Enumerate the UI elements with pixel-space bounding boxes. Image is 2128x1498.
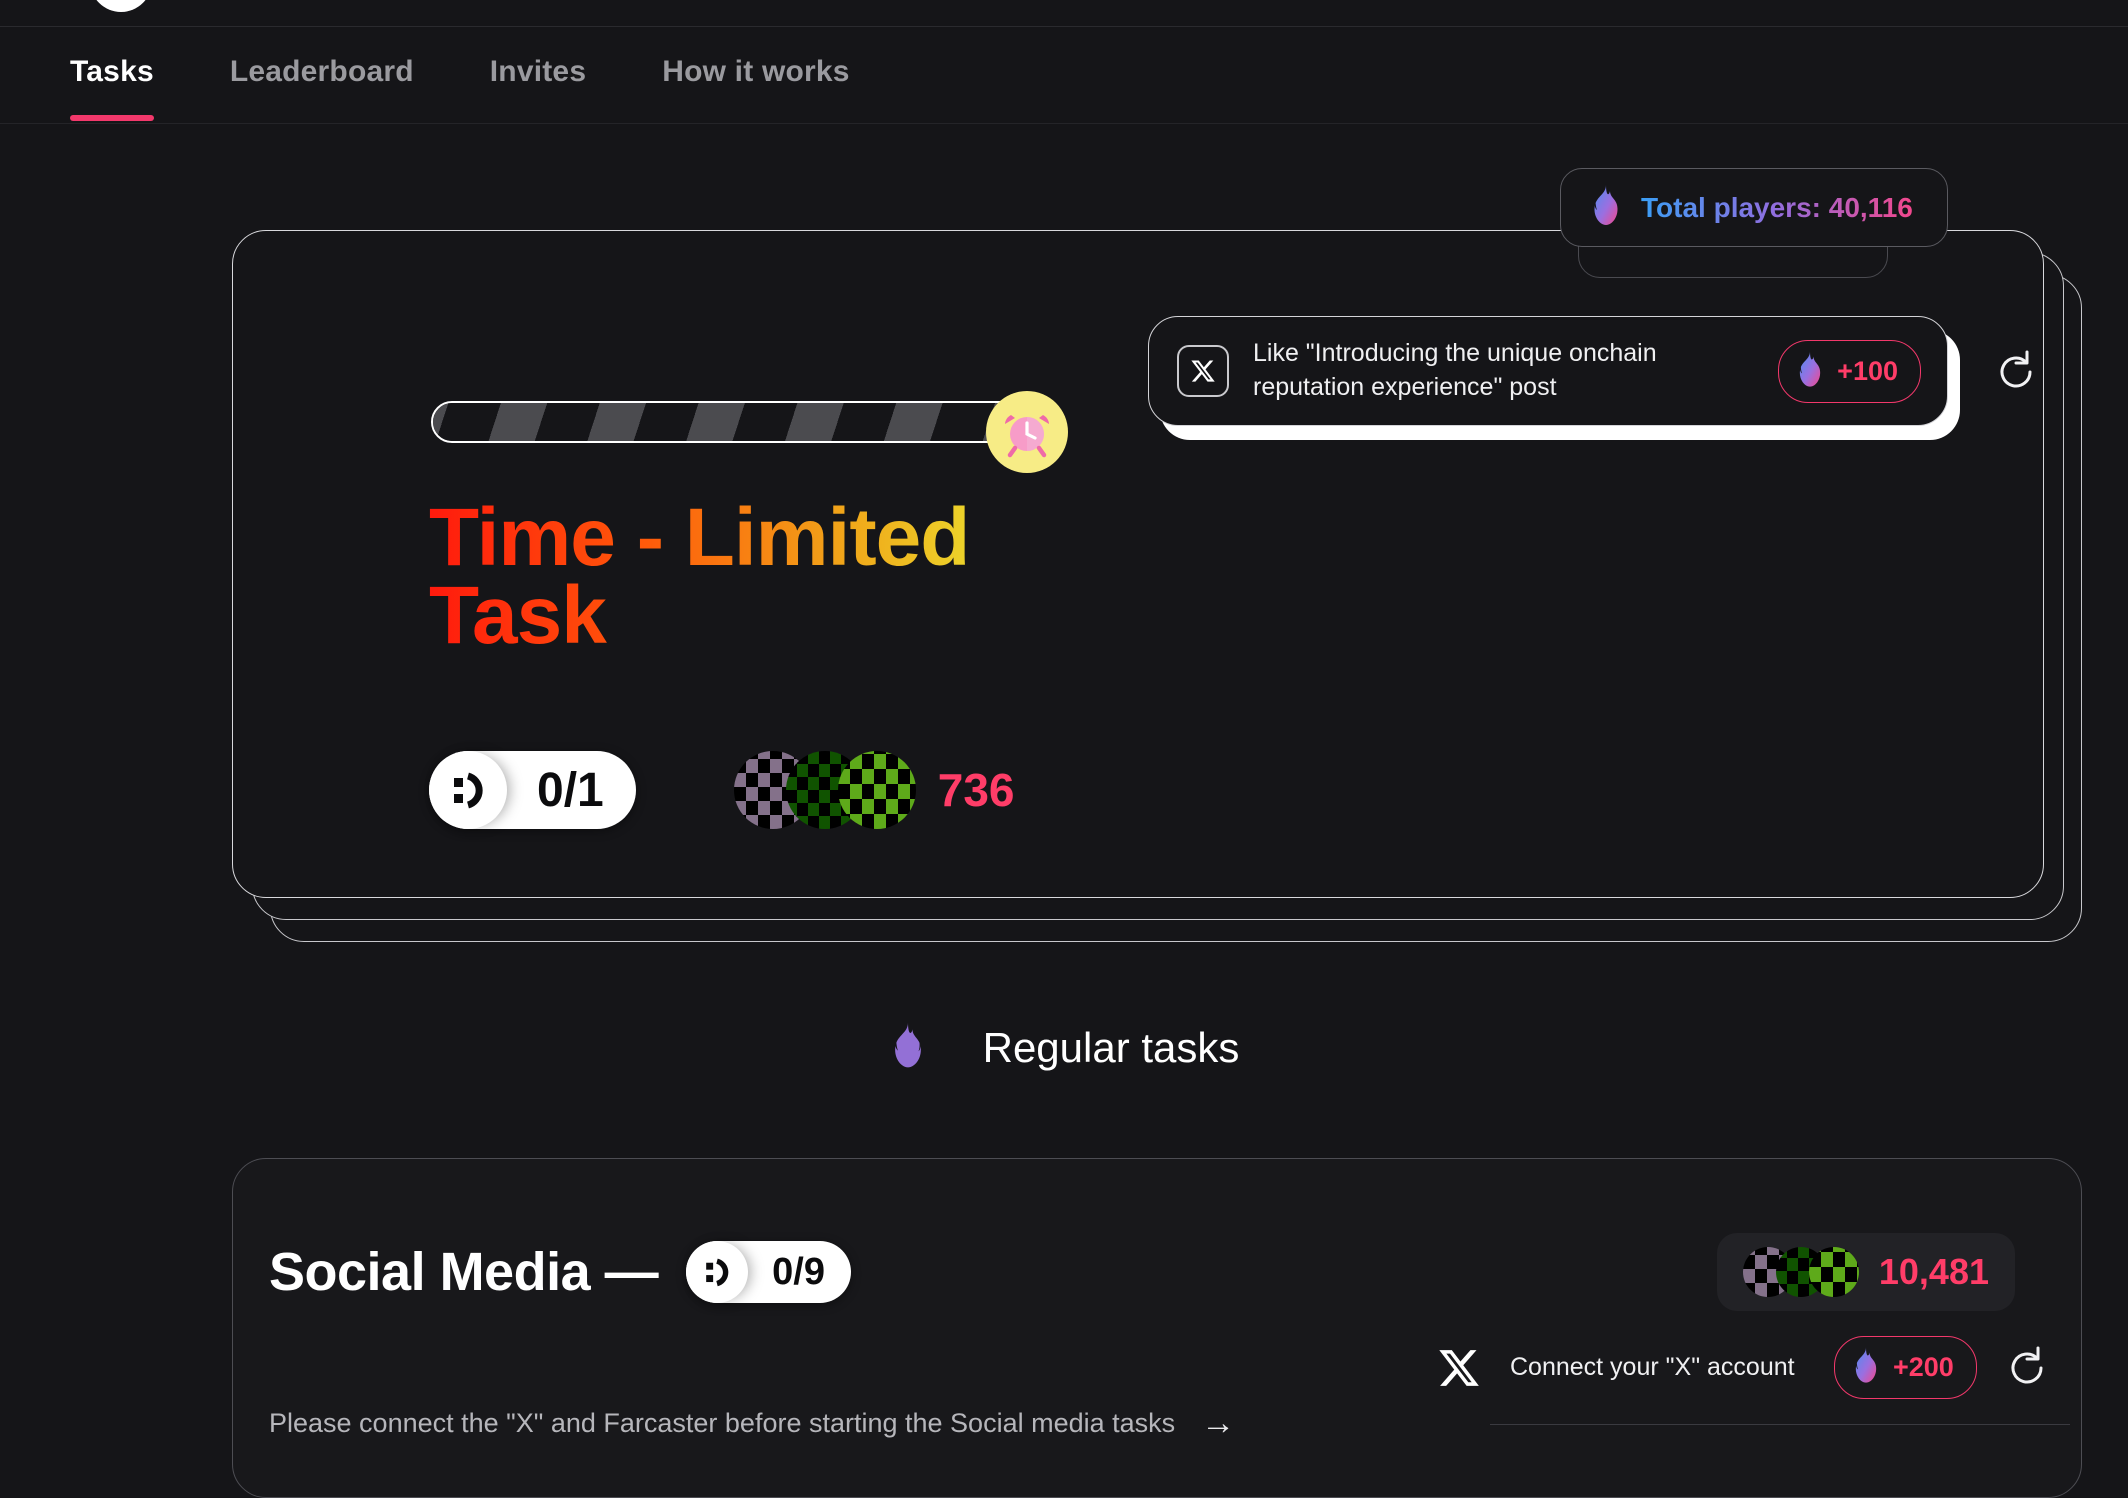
refresh-icon[interactable] — [2001, 1342, 2053, 1394]
participants-group: 736 — [733, 751, 1015, 829]
participants-count: 736 — [937, 764, 1015, 816]
app-logo[interactable] — [90, 0, 152, 12]
page-title: Time - Limited Task — [429, 497, 1049, 657]
task-counter-value: 0/1 — [537, 763, 604, 817]
task-row-divider — [1490, 1424, 2070, 1425]
social-counter-value: 0/9 — [772, 1250, 825, 1293]
refresh-icon[interactable] — [1990, 346, 2042, 398]
flame-icon — [1795, 350, 1825, 392]
avatar — [1808, 1247, 1859, 1297]
flame-icon — [889, 1022, 927, 1073]
main-navigation: Tasks Leaderboard Invites How it works — [0, 26, 2128, 124]
social-score-value: 10,481 — [1878, 1251, 1989, 1292]
social-note-text: Please connect the "X" and Farcaster bef… — [269, 1408, 1176, 1438]
title-line-1: Time - Limited — [429, 497, 1049, 579]
smiley-face-icon — [429, 751, 507, 829]
tab-tasks[interactable]: Tasks — [70, 55, 154, 121]
featured-task-reward: +100 — [1778, 339, 1921, 403]
total-players-label: Total players: 40,116 — [1641, 191, 1913, 223]
x-logo-icon — [1432, 1341, 1486, 1395]
time-limited-meta: 0/1 736 — [429, 751, 1014, 829]
social-score-badge: 10,481 — [1716, 1233, 2015, 1311]
task-progress-counter: 0/1 — [429, 751, 636, 829]
x-logo-icon — [1177, 345, 1229, 397]
featured-task-chip-stack: Like "Introducing the unique onchain rep… — [1148, 316, 2058, 440]
avatar-stack — [733, 751, 916, 829]
total-players-badge: Total players: 40,116 — [1560, 168, 1948, 247]
alarm-clock-icon — [986, 391, 1068, 473]
regular-tasks-header: Regular tasks — [0, 1022, 2128, 1073]
social-media-note: Please connect the "X" and Farcaster bef… — [269, 1404, 1235, 1443]
progress-bar-stripes — [433, 403, 1029, 441]
social-media-title-group: Social Media — 0/9 — [269, 1241, 851, 1303]
reward-amount: +200 — [1893, 1352, 1954, 1382]
progress-bar-track — [431, 401, 1031, 443]
featured-task-text: Like "Introducing the unique onchain rep… — [1253, 339, 1657, 401]
tab-leaderboard[interactable]: Leaderboard — [230, 55, 414, 95]
reward-amount: +100 — [1837, 355, 1898, 386]
tab-invites[interactable]: Invites — [490, 55, 586, 95]
time-progress — [431, 391, 1221, 473]
regular-tasks-label: Regular tasks — [982, 1023, 1240, 1071]
social-media-card: Social Media — 0/9 10,481 Please connect… — [232, 1158, 2082, 1498]
avatar-stack — [1742, 1247, 1859, 1297]
connect-x-task-text: Connect your "X" account — [1510, 1352, 1795, 1381]
featured-task-chip[interactable]: Like "Introducing the unique onchain rep… — [1148, 316, 1948, 426]
arrow-right-icon: → — [1201, 1404, 1236, 1442]
social-media-title: Social Media — — [269, 1242, 659, 1302]
smiley-face-icon — [686, 1241, 749, 1303]
flame-icon — [1589, 185, 1623, 230]
flame-icon — [1851, 1347, 1881, 1388]
avatar — [837, 751, 916, 829]
connect-x-task-row[interactable]: Connect your "X" account +200 — [1432, 1336, 2128, 1399]
title-line-2: Task — [429, 574, 1049, 656]
tab-how-it-works[interactable]: How it works — [662, 55, 849, 95]
social-media-header-row: Social Media — 0/9 10,481 — [233, 1233, 2081, 1311]
social-progress-counter: 0/9 — [686, 1241, 851, 1303]
connect-x-reward: +200 — [1834, 1336, 1977, 1399]
